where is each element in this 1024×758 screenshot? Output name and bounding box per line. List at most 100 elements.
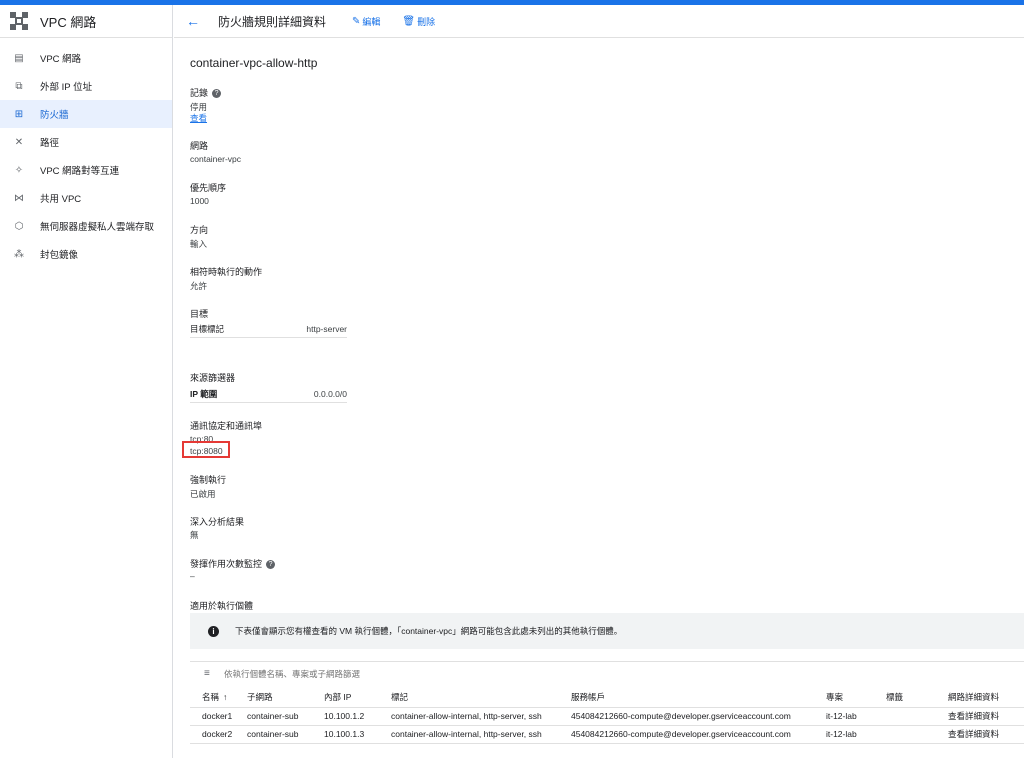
sidebar-item-serverless-access[interactable]: ⬡ 無伺服器虛擬私人雲端存取 [0,212,172,240]
cell-project: it-12-lab [826,707,886,726]
table-row: docker2 container-sub 10.100.1.3 contain… [190,725,1024,744]
filter-icon: ≡ [204,668,210,679]
column-header-project[interactable]: 專案 [826,688,886,708]
sidebar-item-packet-mirroring[interactable]: ⁂ 封包鏡像 [0,240,172,268]
targets-key: 目標標記 [190,323,225,334]
network-value: container-vpc [190,154,242,164]
info-banner-text: 下表僅會顯示您有權查看的 VM 執行個體，「container-vpc」網路可能… [235,626,623,636]
action-label: 相符時執行的動作 [190,267,263,277]
trash-icon: 🗑 [402,15,416,27]
hit-count-value: – [190,571,195,581]
sidebar: VPC 網路 ▤ VPC 網路 ⧉ 外部 IP 位址 ⊞ 防火牆 ✕ 路徑 ✧ … [0,5,173,758]
shared-vpc-icon: ⋈ [14,192,24,204]
column-header-subnet[interactable]: 子網路 [247,688,324,708]
vpc-logo-icon [10,12,28,30]
page-header: ← 防火牆規則詳細資料 ✎ 編輯 🗑 刪除 [174,5,1024,38]
rule-name: container-vpc-allow-http [190,56,318,70]
packet-mirroring-icon: ⁂ [14,248,24,260]
cell-tags: container-allow-internal, http-server, s… [391,725,571,744]
column-header-labels[interactable]: 標籤 [886,688,948,708]
hit-count-label-text: 發揮作用次數監控 [190,559,263,569]
priority-value: 1000 [190,196,209,206]
column-header-service-account[interactable]: 服務帳戶 [571,688,826,708]
sidebar-item-label: 共用 VPC [40,194,82,205]
network-label: 網路 [190,141,209,151]
sidebar-item-vpc-networks[interactable]: ▤ VPC 網路 [0,44,172,72]
highlight-box [182,441,230,458]
cell-labels [886,725,948,744]
sidebar-item-label: 封包鏡像 [40,250,79,261]
source-table: IP 範圍 0.0.0.0/0 [190,385,347,403]
targets-value: http-server [306,323,347,334]
priority-label: 優先順序 [190,183,227,193]
sidebar-item-external-ip[interactable]: ⧉ 外部 IP 位址 [0,72,172,100]
delete-button-label: 刪除 [417,16,436,27]
edit-button[interactable]: ✎ 編輯 [352,15,380,28]
column-header-internal-ip[interactable]: 內部 IP [324,688,391,708]
targets-table: 目標標記 http-server [190,320,347,338]
direction-value: 輸入 [190,239,208,249]
help-icon[interactable]: ? [212,89,222,99]
action-value: 允許 [190,281,208,291]
sidebar-item-routes[interactable]: ✕ 路徑 [0,128,172,156]
cell-service-account: 454084212660-compute@developer.gservicea… [571,707,826,726]
sidebar-item-shared-vpc[interactable]: ⋈ 共用 VPC [0,184,172,212]
sidebar-item-label: 外部 IP 位址 [40,82,93,93]
cell-labels [886,707,948,726]
protocols-label: 通訊協定和通訊埠 [190,421,263,431]
column-header-tags[interactable]: 標記 [391,688,571,708]
table-header-row: 名稱 ↑ 子網路 內部 IP 標記 服務帳戶 專案 標籤 網路詳細資料 [190,688,1024,708]
column-header-label: 名稱 [202,692,220,703]
insights-label: 深入分析結果 [190,517,245,527]
delete-button[interactable]: 🗑 刪除 [402,15,435,28]
targets-label: 目標 [190,309,209,319]
firewall-icon: ⊞ [14,108,24,120]
view-logs-link[interactable]: 查看 [190,112,207,124]
filter-input[interactable] [224,668,624,679]
column-header-network-details: 網路詳細資料 [948,688,1024,708]
cell-subnet: container-sub [247,725,324,744]
enforcement-label: 強制執行 [190,475,227,485]
cell-tags: container-allow-internal, http-server, s… [391,707,571,726]
vpc-network-icon: ▤ [14,52,24,64]
routes-icon: ✕ [14,136,24,148]
logs-label-text: 記錄 [190,88,209,98]
cell-name: docker2 [190,725,247,744]
serverless-access-icon: ⬡ [14,220,24,232]
view-details-link[interactable]: 查看詳細資料 [948,707,1024,726]
cell-subnet: container-sub [247,707,324,726]
edit-button-label: 編輯 [362,16,381,27]
page-title: 防火牆規則詳細資料 [218,14,327,29]
cell-name: docker1 [190,707,247,726]
peering-icon: ✧ [14,164,24,176]
sort-arrow-up-icon[interactable]: ↑ [223,692,227,702]
external-ip-icon: ⧉ [15,80,23,92]
help-icon[interactable]: ? [266,560,276,570]
enforcement-value: 已啟用 [190,489,216,499]
cell-project: it-12-lab [826,725,886,744]
info-banner: i 下表僅會顯示您有權查看的 VM 執行個體，「container-vpc」網路… [190,613,1024,649]
instances-table: 名稱 ↑ 子網路 內部 IP 標記 服務帳戶 專案 標籤 網路詳細資料 docke… [190,688,1024,744]
hit-count-label: 發揮作用次數監控? [190,557,276,570]
column-header-name[interactable]: 名稱 ↑ [190,688,247,708]
applicable-instances-label: 適用於執行個體 [190,601,254,611]
insights-value: 無 [190,530,199,540]
sidebar-item-firewall[interactable]: ⊞ 防火牆 [0,100,172,128]
cell-internal-ip: 10.100.1.3 [324,725,391,744]
source-key: IP 範圍 [190,388,218,399]
logs-label: 記錄? [190,86,222,99]
cell-service-account: 454084212660-compute@developer.gservicea… [571,725,826,744]
source-filter-label: 來源篩選器 [190,373,236,383]
view-details-link[interactable]: 查看詳細資料 [948,725,1024,744]
cell-internal-ip: 10.100.1.2 [324,707,391,726]
sidebar-item-label: VPC 網路對等互連 [40,166,120,177]
sidebar-header: VPC 網路 [0,5,172,38]
sidebar-item-label: 無伺服器虛擬私人雲端存取 [40,222,155,233]
sidebar-item-peering[interactable]: ✧ VPC 網路對等互連 [0,156,172,184]
direction-label: 方向 [190,225,209,235]
sidebar-item-label: 防火牆 [40,110,69,121]
pencil-icon: ✎ [352,15,361,27]
sidebar-title: VPC 網路 [40,14,97,30]
info-icon: i [208,625,219,637]
back-arrow-icon[interactable]: ← [186,13,202,29]
